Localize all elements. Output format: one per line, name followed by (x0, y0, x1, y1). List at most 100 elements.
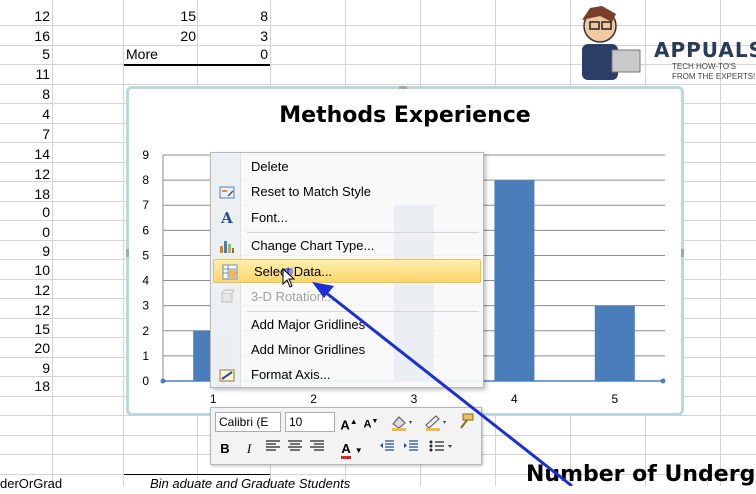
cell-header[interactable]: Bin aduate and Graduate Students (150, 474, 350, 494)
x-tick-label: 5 (611, 392, 618, 406)
logo-name: APPUALS (654, 38, 756, 62)
logo-tagline: TECH HOW-TO'S FROM THE EXPERTS! (672, 62, 756, 81)
x-tick-label: 2 (310, 392, 317, 406)
bullets-icon[interactable] (427, 439, 457, 459)
menu-item-add-major-gridlines[interactable]: Add Major Gridlines (211, 313, 483, 337)
appuals-logo: APPUALS TECH HOW-TO'S FROM THE EXPERTS! (560, 0, 756, 86)
y-tick-label: 6 (142, 223, 149, 237)
bar[interactable] (494, 180, 535, 381)
resize-handle-right[interactable] (681, 249, 684, 257)
cell-value[interactable]: 0 (0, 202, 50, 222)
cell-value[interactable]: 8 (0, 84, 50, 104)
bold-button[interactable]: B (215, 439, 235, 459)
cell-value[interactable]: 0 (0, 222, 50, 242)
menu-item-font[interactable]: A Font... (211, 206, 483, 230)
x-axis-handle[interactable] (160, 378, 166, 384)
fill-color-icon[interactable] (387, 412, 417, 432)
y-tick-label: 2 (142, 324, 149, 338)
cell-value[interactable]: 15 (0, 319, 50, 339)
menu-item-format-axis[interactable]: Format Axis... (211, 363, 483, 387)
bar[interactable] (594, 305, 635, 381)
cell-value[interactable]: 12 (0, 300, 50, 320)
gridline (123, 0, 124, 486)
menu-item-change-chart-type[interactable]: Change Chart Type... (211, 234, 483, 258)
cell-value[interactable]: 9 (0, 358, 50, 378)
shrink-font-label: A (363, 418, 372, 431)
cell-value[interactable]: 7 (0, 124, 50, 144)
y-tick-label: 4 (142, 274, 149, 288)
second-chart-title: Number of Undergra (526, 462, 756, 487)
font-icon: A (221, 209, 233, 227)
menu-item-label: Format Axis... (251, 367, 331, 382)
grow-font-button[interactable]: A▲ (339, 412, 359, 432)
cell-value[interactable]: 12 (0, 280, 50, 300)
table-bottom-border (124, 64, 270, 66)
cell-value[interactable]: 12 (0, 6, 50, 26)
rotation-icon (219, 289, 235, 305)
menu-separator (247, 232, 479, 233)
cell-value[interactable]: 18 (0, 376, 50, 396)
y-tick-label: 8 (142, 173, 149, 187)
menu-item-label: Add Minor Gridlines (251, 342, 366, 357)
font-color-label: A (341, 441, 351, 459)
format-painter-icon[interactable] (455, 412, 475, 432)
align-right-icon[interactable] (307, 439, 327, 459)
format-axis-icon (219, 367, 235, 383)
decrease-indent-icon[interactable] (377, 439, 397, 459)
font-size-select[interactable]: 10 (285, 412, 335, 432)
align-left-icon[interactable] (263, 439, 283, 459)
cell-frequency[interactable]: 0 (198, 44, 268, 64)
mouse-cursor-icon (282, 268, 296, 288)
cell-value[interactable]: 5 (0, 44, 50, 64)
cell-value[interactable]: 11 (0, 64, 50, 84)
cell-value[interactable]: 20 (0, 338, 50, 358)
font-color-button[interactable]: A ▼ (335, 439, 369, 459)
select-data-icon (222, 264, 238, 280)
menu-item-delete[interactable]: Delete (211, 155, 483, 179)
mini-toolbar: Calibri (E 10 A▲ A▼ B I A ▼ (210, 407, 482, 465)
menu-item-add-minor-gridlines[interactable]: Add Minor Gridlines (211, 338, 483, 362)
menu-item-label: Delete (251, 159, 289, 174)
cell-value[interactable]: 18 (0, 184, 50, 204)
y-tick-label: 1 (142, 349, 149, 363)
menu-item-3d-rotation[interactable]: 3-D Rotation... (211, 285, 483, 309)
gridline (52, 0, 53, 486)
chart-type-icon (219, 238, 235, 254)
cell-value[interactable]: 9 (0, 241, 50, 261)
x-tick-label: 1 (210, 392, 217, 406)
grow-font-label: A (340, 417, 350, 433)
cell-value[interactable]: 14 (0, 144, 50, 164)
x-axis-handle[interactable] (660, 378, 666, 384)
menu-item-label: Add Major Gridlines (251, 317, 366, 332)
y-tick-label: 0 (142, 374, 149, 388)
cell-bin[interactable]: 15 (124, 6, 196, 26)
align-center-icon[interactable] (285, 439, 305, 459)
menu-separator (247, 311, 479, 312)
y-tick-label: 9 (142, 148, 149, 162)
menu-item-label: Font... (251, 210, 288, 225)
x-tick-label: 4 (511, 392, 518, 406)
menu-item-label: Change Chart Type... (251, 238, 375, 253)
font-name-select[interactable]: Calibri (E (215, 412, 281, 432)
cell-value[interactable]: 16 (0, 26, 50, 46)
cell-value[interactable]: 4 (0, 104, 50, 124)
italic-button[interactable]: I (239, 439, 259, 459)
cell-frequency[interactable]: 8 (198, 6, 268, 26)
menu-item-reset-style[interactable]: Reset to Match Style (211, 180, 483, 204)
y-tick-label: 7 (142, 198, 149, 212)
y-tick-label: 5 (142, 248, 149, 262)
menu-item-label: Reset to Match Style (251, 184, 371, 199)
cell-bin[interactable]: More (124, 44, 196, 64)
context-menu: Delete Reset to Match Style A Font... Ch… (210, 152, 484, 388)
menu-item-select-data[interactable]: Select Data... (213, 259, 481, 283)
shrink-font-button[interactable]: A▼ (361, 412, 381, 432)
x-tick-label: 3 (411, 392, 418, 406)
cell-header[interactable]: derOrGrad (0, 474, 62, 494)
line-color-icon[interactable] (421, 412, 451, 432)
cell-value[interactable]: 10 (0, 260, 50, 280)
cell-value[interactable]: 12 (0, 164, 50, 184)
increase-indent-icon[interactable] (401, 439, 421, 459)
cell-bin[interactable]: 20 (124, 26, 196, 46)
cell-frequency[interactable]: 3 (198, 26, 268, 46)
reset-style-icon (219, 184, 235, 200)
